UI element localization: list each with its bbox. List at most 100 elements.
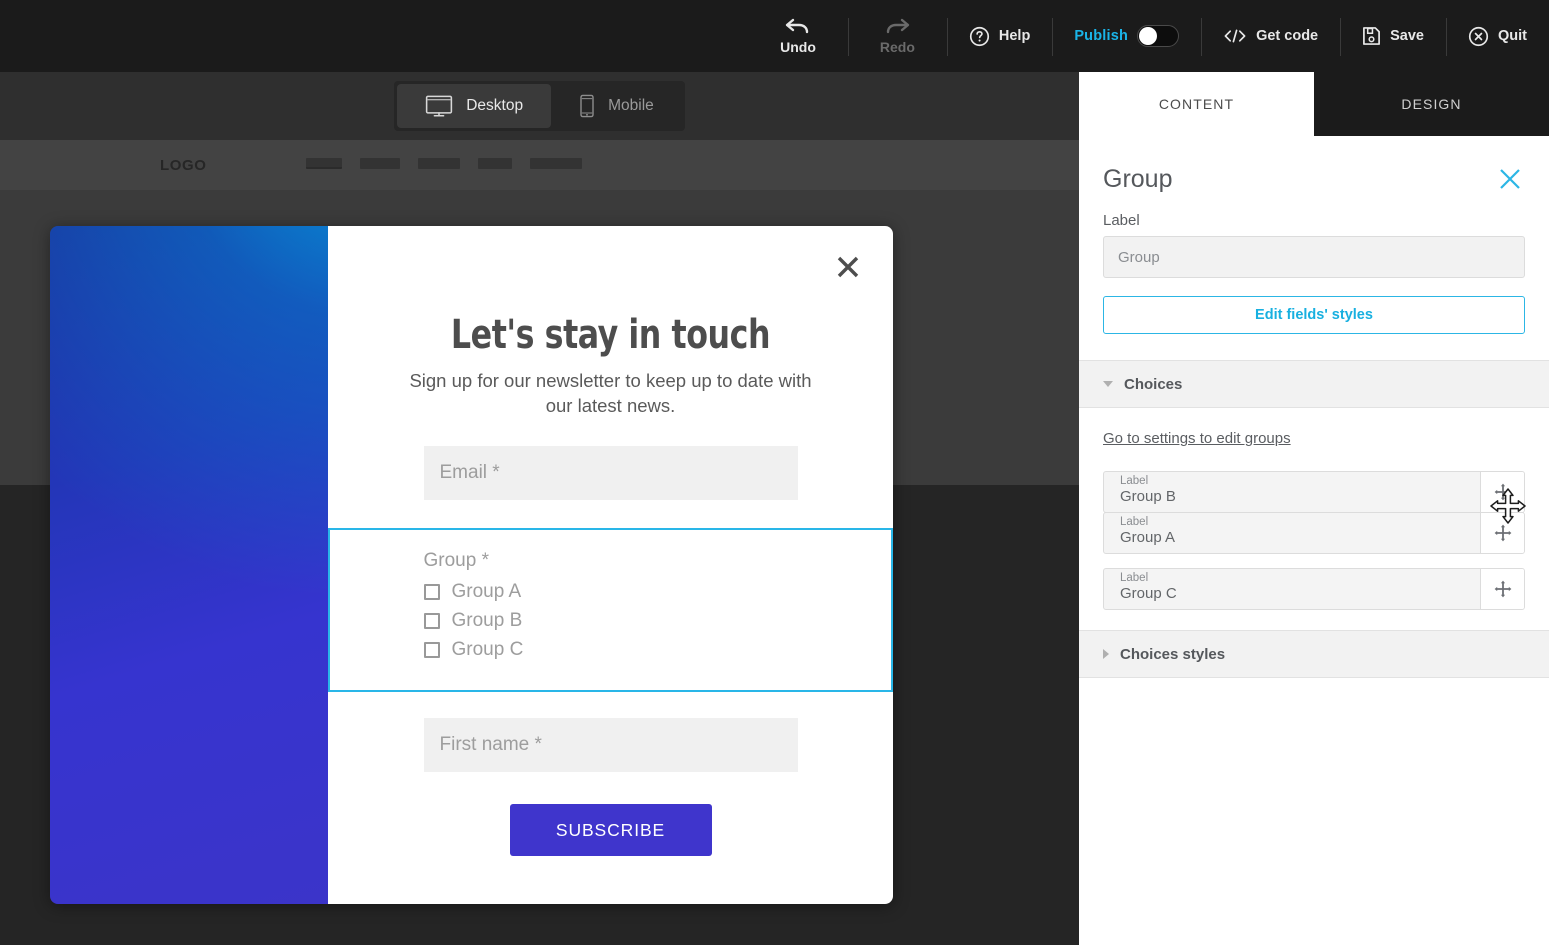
choice-drag-handle[interactable]: [1480, 569, 1524, 609]
device-tab-mobile-label: Mobile: [608, 97, 654, 114]
choice-drag-handle[interactable]: [1480, 472, 1524, 512]
popup-image-panel: [50, 226, 328, 904]
tab-content[interactable]: CONTENT: [1079, 72, 1314, 136]
choice-value: Group A: [1120, 528, 1176, 546]
get-code-group: Get code: [1201, 0, 1340, 72]
decorative-arcs: [50, 226, 328, 904]
edit-fields-styles-button[interactable]: Edit fields' styles: [1103, 296, 1525, 334]
undo-icon: [785, 18, 809, 34]
choice-caption: Label: [1120, 475, 1149, 487]
get-code-label: Get code: [1256, 28, 1319, 44]
preview-logo: LOGO: [160, 156, 207, 174]
save-label: Save: [1390, 28, 1424, 44]
redo-controls: Redo: [847, 0, 947, 72]
preview-nav: [306, 158, 582, 169]
checkbox-box[interactable]: [423, 613, 440, 630]
choice-caption: Label: [1120, 572, 1149, 584]
newsletter-popup: Let's stay in touch Sign up for our news…: [50, 226, 893, 904]
choices-styles-section-title: Choices styles: [1120, 645, 1226, 663]
panel-header: Group: [1079, 136, 1549, 194]
close-icon: [837, 256, 859, 278]
history-controls: Undo: [748, 0, 848, 72]
checkbox-label: Group A: [451, 581, 522, 603]
help-group: Help: [946, 0, 1052, 72]
redo-button[interactable]: Redo: [870, 17, 925, 55]
editor-root: Undo Redo Help Publish Get code Save Qui…: [0, 0, 1549, 945]
quit-button[interactable]: Quit: [1468, 26, 1527, 47]
publish-group: Publish: [1052, 0, 1201, 72]
inspector-panel: CONTENT DESIGN Group Label Group Edit fi…: [1079, 72, 1549, 945]
checkbox-box[interactable]: [423, 642, 440, 659]
device-tab-mobile[interactable]: Mobile: [551, 84, 682, 128]
group-field-selected[interactable]: Group * Group A Group B Group C: [328, 528, 893, 693]
site-preview-canvas: LOGO Let's stay in touch Sign up for our…: [0, 140, 1079, 945]
checkbox-group-c[interactable]: Group C: [423, 639, 798, 661]
redo-icon: [887, 18, 910, 34]
help-button[interactable]: Help: [969, 26, 1030, 47]
checkbox-label: Group B: [451, 610, 523, 632]
save-button[interactable]: Save: [1362, 26, 1424, 46]
undo-button[interactable]: Undo: [770, 17, 826, 55]
panel-title: Group: [1103, 164, 1173, 193]
panel-body: Label Group Edit fields' styles: [1079, 194, 1549, 360]
preview-nav-item: [418, 158, 460, 169]
popup-subtitle: Sign up for our newsletter to keep up to…: [409, 370, 812, 417]
preview-site-header: LOGO: [0, 140, 1079, 190]
choice-drag-handle[interactable]: [1480, 513, 1524, 553]
panel-close-button[interactable]: [1495, 164, 1525, 194]
checkbox-group-b[interactable]: Group B: [423, 610, 798, 632]
move-arrows-icon: [1494, 483, 1511, 501]
subscribe-button[interactable]: SUBSCRIBE: [509, 804, 712, 857]
choices-section-header[interactable]: Choices: [1079, 360, 1549, 408]
code-brackets-icon: [1224, 29, 1246, 43]
choices-section-title: Choices: [1124, 375, 1183, 393]
choice-row[interactable]: Label Group C: [1103, 568, 1525, 610]
choice-main: Label Group B: [1104, 472, 1480, 512]
floppy-disk-icon: [1363, 27, 1381, 45]
get-code-button[interactable]: Get code: [1223, 26, 1318, 46]
choice-value: Group B: [1120, 487, 1176, 505]
top-toolbar: Undo Redo Help Publish Get code Save Qui…: [0, 0, 1549, 72]
device-switcher-bar: Desktop Mobile: [0, 72, 1079, 140]
popup-close-button[interactable]: [831, 250, 865, 284]
label-input[interactable]: Group: [1103, 236, 1525, 278]
quit-group: Quit: [1446, 0, 1549, 72]
choice-caption: Label: [1120, 516, 1149, 528]
go-to-settings-link[interactable]: Go to settings to edit groups: [1103, 430, 1291, 447]
first-name-input[interactable]: First name *: [423, 718, 798, 773]
email-input[interactable]: Email *: [423, 446, 798, 501]
publish-toggle[interactable]: [1137, 25, 1180, 47]
label-field-caption: Label: [1103, 212, 1140, 229]
tab-design[interactable]: DESIGN: [1314, 72, 1549, 136]
mobile-phone-icon: [580, 94, 594, 118]
checkbox-box[interactable]: [423, 584, 440, 601]
choice-row[interactable]: Label Group B: [1103, 471, 1525, 513]
move-arrows-icon: [1494, 580, 1511, 598]
group-field-label: Group *: [423, 550, 489, 572]
popup-form-panel: Let's stay in touch Sign up for our news…: [328, 226, 893, 904]
choice-main: Label Group A: [1104, 513, 1480, 553]
chevron-down-icon: [1103, 381, 1113, 387]
close-circle-icon: [1468, 26, 1489, 46]
choices-styles-section-header[interactable]: Choices styles: [1079, 630, 1549, 678]
close-icon: [1500, 169, 1520, 189]
panel-tabs: CONTENT DESIGN: [1079, 72, 1549, 136]
move-arrows-icon: [1494, 524, 1511, 542]
choice-row[interactable]: Label Group A: [1103, 512, 1525, 554]
preview-nav-item: [306, 158, 342, 169]
choice-main: Label Group C: [1104, 569, 1480, 609]
device-tab-desktop-label: Desktop: [466, 97, 524, 114]
undo-label: Undo: [780, 39, 816, 55]
preview-nav-item: [360, 158, 400, 169]
help-label: Help: [998, 28, 1031, 44]
checkbox-group-a[interactable]: Group A: [423, 581, 798, 603]
choice-value: Group C: [1120, 584, 1177, 602]
device-tab-desktop[interactable]: Desktop: [397, 84, 552, 128]
popup-title: Let's stay in touch: [450, 312, 771, 358]
publish-label: Publish: [1074, 28, 1129, 44]
chevron-right-icon: [1103, 649, 1109, 659]
save-group: Save: [1340, 0, 1446, 72]
publish-toggle-knob: [1139, 27, 1158, 45]
desktop-monitor-icon: [426, 95, 453, 117]
preview-nav-item: [530, 158, 582, 169]
